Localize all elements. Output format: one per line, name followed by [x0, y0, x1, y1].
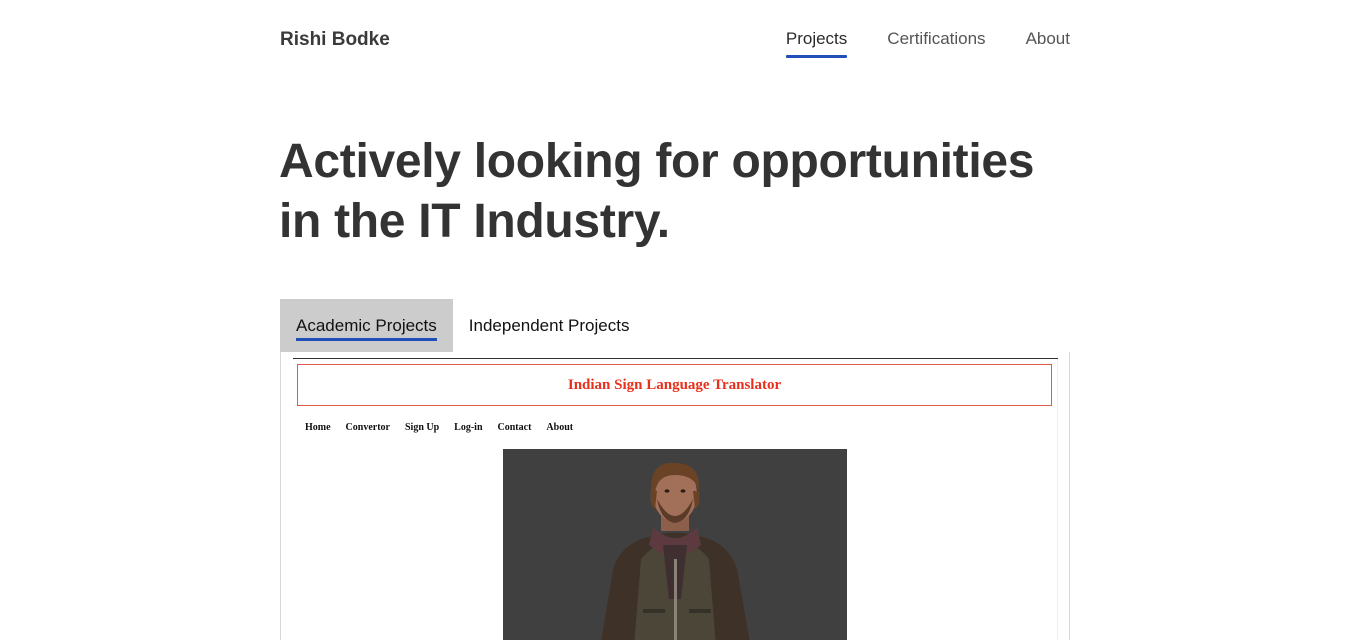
preview-nav-home: Home	[305, 422, 331, 433]
nav-projects[interactable]: Projects	[785, 29, 848, 58]
nav-certifications[interactable]: Certifications	[887, 29, 985, 57]
project-preview-panel: Indian Sign Language Translator Home Con…	[280, 352, 1070, 640]
nav-about[interactable]: About	[1026, 29, 1070, 57]
brand-name[interactable]: Rishi Bodke	[280, 29, 390, 51]
preview-nav-signup: Sign Up	[404, 422, 440, 433]
tab-academic-projects[interactable]: Academic Projects	[280, 299, 453, 352]
preview-nav-contact: Contact	[497, 422, 532, 433]
hero-headline: Actively looking for opportunities in th…	[279, 135, 1035, 248]
avatar-3d-render	[503, 449, 847, 640]
preview-nav-login: Log-in	[454, 422, 483, 433]
tab-independent-projects-label: Independent Projects	[468, 315, 630, 335]
portfolio-page: Rishi Bodke Projects Certifications Abou…	[0, 0, 1348, 640]
preview-nav-about: About	[546, 422, 574, 433]
main-nav: Projects Certifications About	[785, 29, 1070, 58]
project-tabs: Academic Projects Independent Projects	[280, 299, 645, 352]
preview-site-title: Indian Sign Language Translator	[297, 364, 1052, 406]
project-screenshot: Indian Sign Language Translator Home Con…	[293, 358, 1058, 640]
screenshot-edge	[1057, 359, 1058, 640]
preview-nav-convertor: Convertor	[345, 422, 390, 433]
tab-independent-projects[interactable]: Independent Projects	[453, 299, 646, 352]
preview-site-nav: Home Convertor Sign Up Log-in Contact Ab…	[305, 422, 573, 433]
avatar-figure-icon	[601, 462, 750, 640]
tab-academic-projects-label: Academic Projects	[296, 315, 437, 341]
